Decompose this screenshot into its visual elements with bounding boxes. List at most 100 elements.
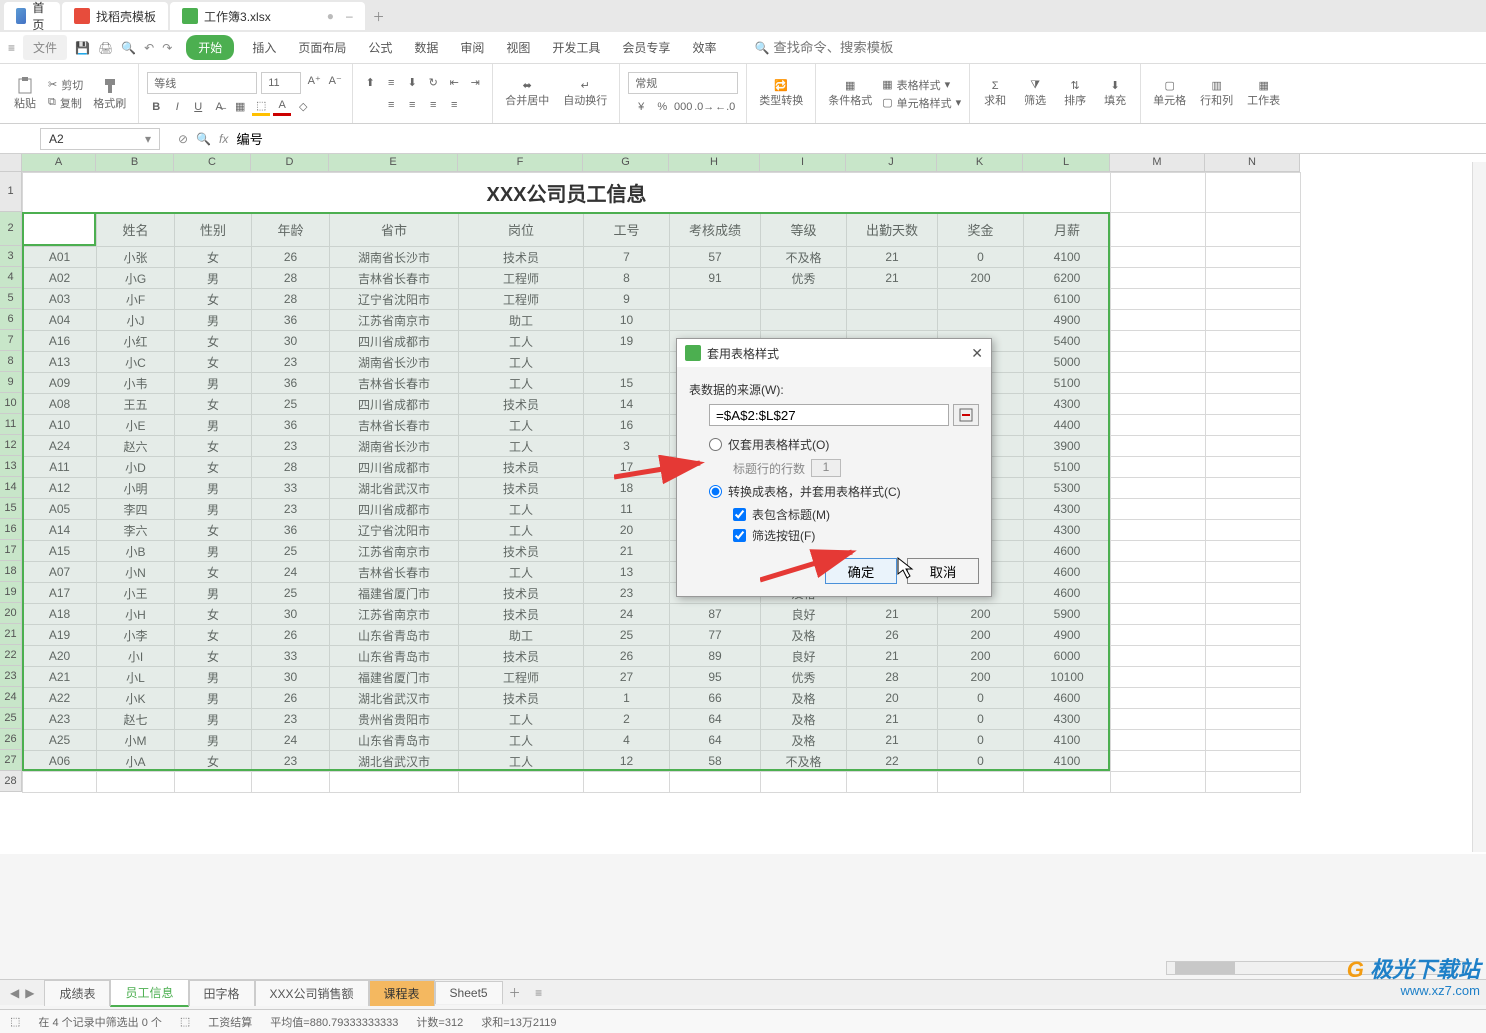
align-left[interactable]: ≡ [382,96,400,114]
cell[interactable]: A11 [23,457,97,478]
menu-layout[interactable]: 页面布局 [294,35,350,60]
sheet-tab-1[interactable]: 成绩表 [44,980,110,1006]
cell[interactable] [1206,646,1301,667]
cell[interactable]: 贵州省贵阳市 [330,709,459,730]
cell[interactable] [1206,688,1301,709]
row-header[interactable]: 28 [0,771,22,792]
align-bottom[interactable]: ⬇ [403,74,421,92]
row-header[interactable]: 3 [0,246,22,267]
row-header[interactable]: 8 [0,351,22,372]
cell[interactable]: A20 [23,646,97,667]
cell[interactable]: 89 [670,646,761,667]
row-header[interactable]: 4 [0,267,22,288]
cell[interactable]: A23 [23,709,97,730]
cell[interactable]: 及格 [761,709,847,730]
cell[interactable]: 江苏省南京市 [330,541,459,562]
font-combo[interactable]: 等线 [147,72,257,94]
cell[interactable]: 女 [175,625,252,646]
cell[interactable]: 200 [938,625,1024,646]
cell[interactable]: A15 [23,541,97,562]
cell[interactable]: 58 [670,751,761,772]
cell[interactable] [1111,667,1206,688]
cell[interactable]: 小H [97,604,175,625]
row-header[interactable]: 26 [0,729,22,750]
checkbox-filter-button[interactable]: 筛选按钮(F) [733,527,979,544]
cell[interactable]: 工人 [459,499,584,520]
cell[interactable]: 湖南省长沙市 [330,352,459,373]
cut-button[interactable]: ✂剪切 [48,77,83,93]
cell[interactable]: 0 [938,247,1024,268]
cell[interactable]: 21 [847,646,938,667]
range-picker-button[interactable] [953,404,979,426]
cell[interactable]: 4600 [1024,583,1111,604]
row-header[interactable]: 24 [0,687,22,708]
cell[interactable]: 200 [938,667,1024,688]
row-header[interactable]: 15 [0,498,22,519]
border-button[interactable]: ▦ [231,98,249,116]
cell[interactable] [1206,457,1301,478]
cell[interactable]: 小王 [97,583,175,604]
col-header[interactable]: A [22,154,96,172]
cell[interactable] [1206,541,1301,562]
ok-button[interactable]: 确定 [825,558,897,584]
cell[interactable] [670,310,761,331]
redo-icon[interactable]: ↷ [162,41,172,55]
cell[interactable]: 小G [97,268,175,289]
cell[interactable]: 0 [938,709,1024,730]
cell[interactable]: 工人 [459,373,584,394]
cell[interactable]: 小K [97,688,175,709]
cell[interactable]: 湖北省武汉市 [330,478,459,499]
col-header[interactable]: G [583,154,669,172]
cell[interactable] [1111,646,1206,667]
cell[interactable]: 男 [175,667,252,688]
col-header[interactable]: D [251,154,329,172]
cell[interactable]: 21 [847,247,938,268]
menu-formula[interactable]: 公式 [364,35,396,60]
column-header[interactable]: 性别 [175,213,252,247]
cell[interactable]: 36 [252,310,330,331]
cell[interactable]: 25 [252,583,330,604]
cell[interactable]: 技术员 [459,478,584,499]
table-title[interactable]: XXX公司员工信息 [23,173,1111,213]
cell[interactable]: 辽宁省沈阳市 [330,520,459,541]
cell[interactable]: 33 [252,646,330,667]
cell[interactable]: 辽宁省沈阳市 [330,289,459,310]
cell[interactable] [584,352,670,373]
strike-button[interactable]: A̶ [210,98,228,116]
cell[interactable]: 工人 [459,730,584,751]
cell[interactable] [670,289,761,310]
cell[interactable]: 10 [584,310,670,331]
cell[interactable] [1111,730,1206,751]
cell[interactable]: 小红 [97,331,175,352]
cell[interactable]: 6200 [1024,268,1111,289]
col-header[interactable]: C [174,154,251,172]
cell[interactable] [1111,751,1206,772]
sum-button[interactable]: Σ求和 [978,78,1012,110]
cell[interactable]: 16 [584,415,670,436]
cell[interactable]: 5000 [1024,352,1111,373]
cell[interactable]: 0 [938,730,1024,751]
sheet-tab-2[interactable]: 员工信息 [110,979,188,1007]
cell[interactable]: 23 [252,751,330,772]
row-header[interactable]: 19 [0,582,22,603]
cell[interactable]: A12 [23,478,97,499]
cell[interactable]: 26 [847,625,938,646]
cell[interactable] [1206,625,1301,646]
cell[interactable]: A18 [23,604,97,625]
cell[interactable]: 女 [175,520,252,541]
cell[interactable]: 21 [847,268,938,289]
cell[interactable]: 及格 [761,625,847,646]
column-header[interactable]: 姓名 [97,213,175,247]
cell[interactable]: 9 [584,289,670,310]
cell[interactable]: 23 [252,436,330,457]
row-header[interactable]: 20 [0,603,22,624]
cell[interactable]: 山东省青岛市 [330,730,459,751]
cell[interactable]: 4600 [1024,541,1111,562]
cell[interactable]: 200 [938,268,1024,289]
cell[interactable]: A14 [23,520,97,541]
cell[interactable]: 工人 [459,331,584,352]
cell[interactable] [1111,436,1206,457]
fill-button[interactable]: ⬇填充 [1098,77,1132,110]
cell[interactable]: 4900 [1024,625,1111,646]
cell[interactable]: A09 [23,373,97,394]
